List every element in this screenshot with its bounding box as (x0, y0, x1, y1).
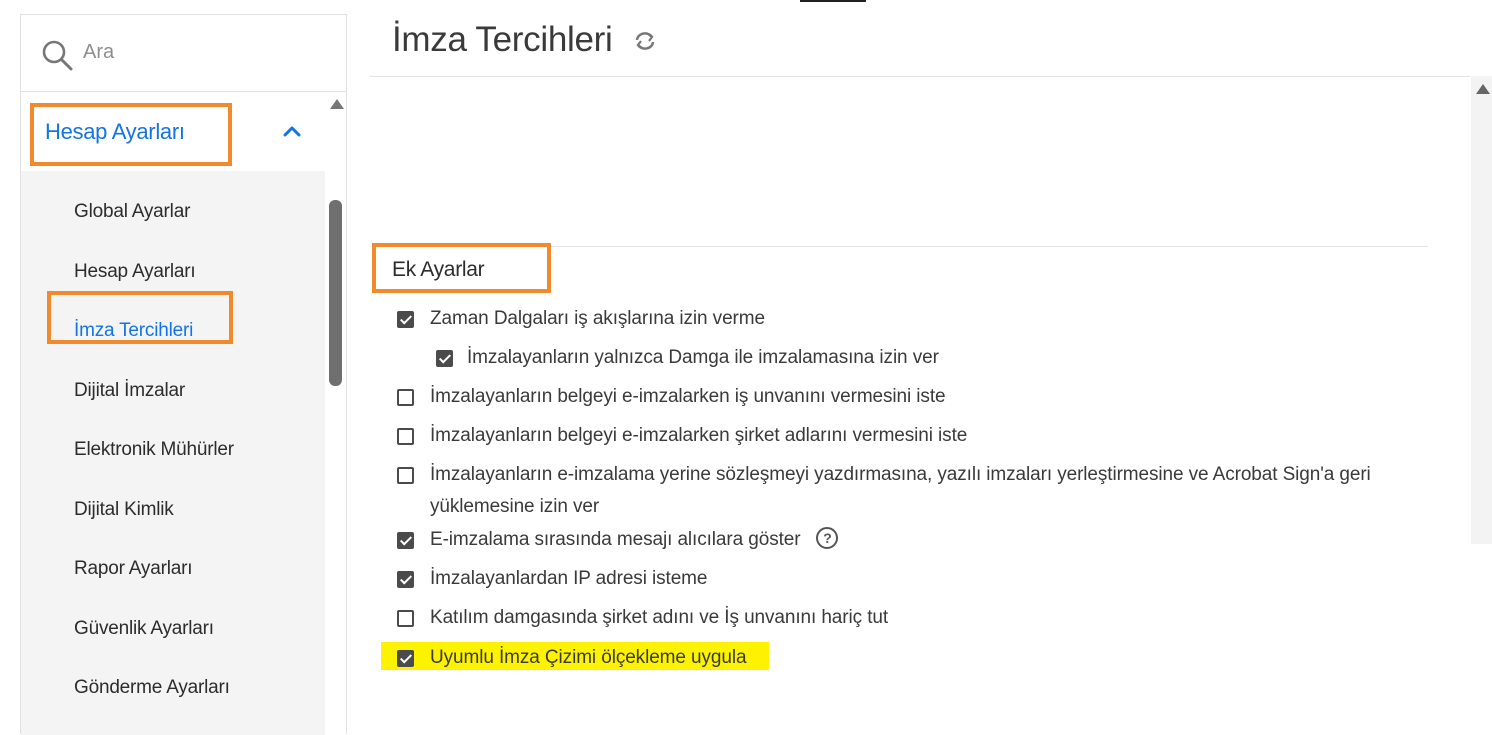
annotation-box-active-item (47, 291, 233, 344)
annotation-box-section (30, 103, 232, 166)
checkbox-unchecked[interactable] (397, 467, 414, 484)
sidebar-item-digital-identity[interactable]: Dijital Kimlik (74, 499, 174, 521)
sidebar-item-sending-settings[interactable]: Gönderme Ayarları (74, 677, 230, 699)
option-label: Katılım damgasında şirket adını ve İş un… (430, 607, 889, 628)
top-edge-mark (800, 0, 866, 2)
sidebar-item-security-settings[interactable]: Güvenlik Ayarları (74, 618, 214, 640)
help-icon[interactable]: ? (816, 526, 839, 549)
page-title: İmza Tercihleri (392, 20, 613, 59)
option-row[interactable]: İmzalayanlardan IP adresi isteme (397, 568, 707, 595)
checkbox-unchecked[interactable] (397, 389, 414, 406)
chevron-up-icon[interactable] (283, 125, 301, 137)
scroll-up-arrow-icon[interactable] (330, 99, 344, 109)
sidebar-nav: Hesap Ayarları Global Ayarlar Hesap Ayar… (21, 95, 325, 735)
option-label: İmzalayanların e-imzalama yerine sözleşm… (430, 464, 1371, 517)
refresh-icon[interactable] (633, 30, 657, 52)
option-row[interactable]: Uyumlu İmza Çizimi ölçekleme uygula (397, 647, 747, 674)
annotation-box-section-title (372, 243, 551, 293)
checkbox-checked[interactable] (397, 532, 414, 549)
checkbox-checked[interactable] (397, 311, 414, 328)
checkbox-unchecked[interactable] (397, 428, 414, 445)
option-label: İmzalayanlardan IP adresi isteme (430, 568, 708, 589)
option-row[interactable]: Zaman Dalgaları iş akışlarına izin verme (397, 308, 765, 335)
search-input[interactable]: Ara (83, 41, 114, 64)
option-row[interactable]: E-imzalama sırasında mesajı alıcılara gö… (397, 526, 839, 556)
sidebar-item-account-settings[interactable]: Hesap Ayarları (74, 261, 196, 283)
checkbox-checked[interactable] (397, 650, 414, 667)
checkbox-checked[interactable] (436, 350, 453, 367)
sidebar-scroll-thumb[interactable] (329, 200, 342, 386)
content-scroll-up-arrow-icon[interactable] (1476, 84, 1490, 94)
option-label: Uyumlu İmza Çizimi ölçekleme uygula (430, 647, 747, 668)
search-box[interactable]: Ara (21, 15, 346, 92)
option-row[interactable]: İmzalayanların belgeyi e-imzalarken iş u… (397, 386, 946, 413)
option-row[interactable]: Katılım damgasında şirket adını ve İş un… (397, 607, 888, 634)
checkbox-checked[interactable] (397, 571, 414, 588)
option-label: İmzalayanların yalnızca Damga ile imzala… (467, 347, 939, 368)
title-divider (370, 76, 1470, 77)
search-icon (42, 40, 73, 71)
sidebar-item-electronic-seals[interactable]: Elektronik Mühürler (74, 439, 234, 461)
option-row[interactable]: İmzalayanların e-imzalama yerine sözleşm… (397, 464, 1407, 523)
option-row[interactable]: İmzalayanların belgeyi e-imzalarken şirk… (397, 425, 967, 452)
content-scrollbar[interactable] (1471, 76, 1492, 544)
sidebar-item-global-settings[interactable]: Global Ayarlar (74, 201, 190, 223)
option-label-wrap: E-imzalama sırasında mesajı alıcılara gö… (430, 524, 839, 556)
checkbox-unchecked[interactable] (397, 610, 414, 627)
option-label: İmzalayanların belgeyi e-imzalarken şirk… (430, 425, 968, 446)
sidebar-item-report-settings[interactable]: Rapor Ayarları (74, 558, 193, 580)
option-label: İmzalayanların belgeyi e-imzalarken iş u… (430, 386, 946, 407)
option-row[interactable]: İmzalayanların yalnızca Damga ile imzala… (436, 347, 939, 374)
option-label: E-imzalama sırasında mesajı alıcılara gö… (430, 529, 801, 550)
sidebar-scrollbar[interactable] (326, 95, 346, 735)
option-label: Zaman Dalgaları iş akışlarına izin verme (430, 308, 765, 329)
sidebar-item-digital-signatures[interactable]: Dijital İmzalar (74, 380, 185, 402)
